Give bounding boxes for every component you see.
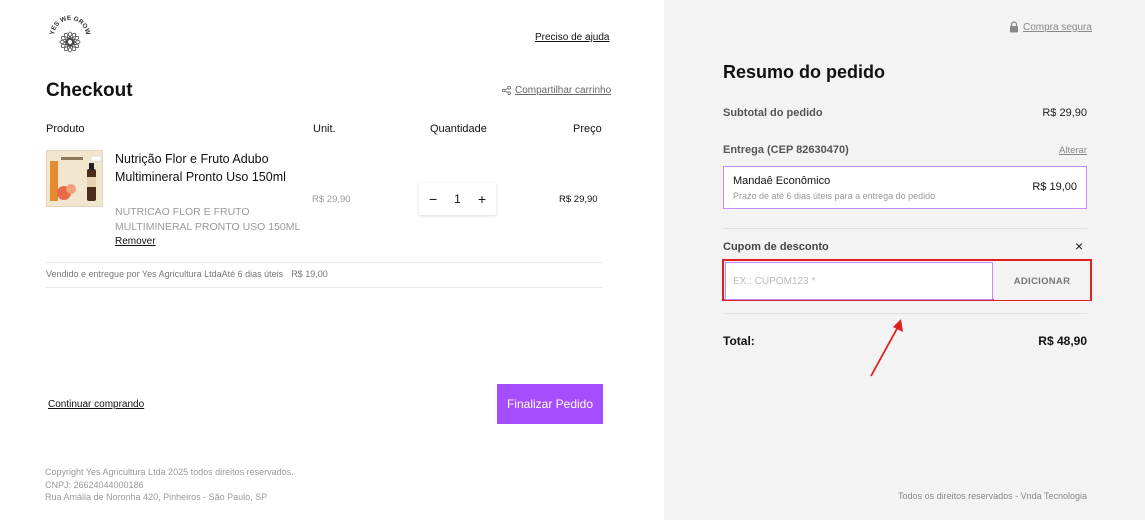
product-name[interactable]: Nutrição Flor e Fruto Adubo Multimineral… [115,150,305,186]
share-icon [502,86,511,95]
shipping-option[interactable]: Mandaê Econômico Prazo de até 6 dias úte… [723,166,1087,209]
line-total-price: R$ 29,90 [559,194,598,205]
decrease-quantity-button[interactable]: − [429,191,437,207]
annotation-arrow-icon [870,319,903,377]
vendor-info: Vendido e entregue por Yes Agricultura L… [46,269,328,279]
cart-panel: YES WE GROW Preciso de ajuda Checkout Co… [0,0,664,520]
product-image [47,151,102,206]
divider [723,228,1087,229]
share-cart-link[interactable]: Compartilhar carrinho [502,85,611,96]
column-header-price: Preço [573,123,602,135]
brand-logo[interactable]: YES WE GROW [46,12,94,60]
secure-purchase-label: Compra segura [1023,21,1092,33]
summary-title: Resumo do pedido [723,62,885,82]
divider [723,313,1087,314]
coupon-label: Cupom de desconto [723,241,829,253]
divider [46,287,602,288]
share-cart-label: Compartilhar carrinho [515,85,612,96]
page-title: Checkout [46,80,133,101]
footer-info: Copyright Yes Agricultura Ltda 2025 todo… [45,466,294,504]
column-header-quantity: Quantidade [430,123,487,135]
remove-item-link[interactable]: Remover [115,236,156,247]
coupon-form: ADICIONAR [722,259,1092,301]
column-header-unit: Unit. [313,123,336,135]
total-label: Total: [723,334,755,348]
close-icon[interactable]: × [1075,238,1083,254]
column-header-product: Produto [46,123,85,135]
lock-icon [1010,21,1018,33]
help-link[interactable]: Preciso de ajuda [535,32,610,43]
increase-quantity-button[interactable]: + [478,191,486,207]
brand-logo-icon: YES WE GROW [49,15,91,53]
total-value: R$ 48,90 [1038,334,1087,348]
vendor-shipping-amount: R$ 19,00 [291,269,328,279]
shipping-name: Mandaê Econômico [733,175,831,187]
vendor-text: Vendido e entregue por Yes Agricultura L… [46,269,284,279]
continue-shopping-link[interactable]: Continuar comprando [48,399,144,410]
secure-purchase-link[interactable]: Compra segura [1009,21,1092,33]
add-coupon-button[interactable]: ADICIONAR [994,262,1090,300]
svg-text:YES WE GROW: YES WE GROW [49,15,91,37]
quantity-value[interactable]: 1 [454,192,461,206]
subtotal-value: R$ 29,90 [1042,107,1087,119]
cnpj-text: CNPJ: 26624044000186 [45,479,144,490]
delivery-label: Entrega (CEP 82630470) [723,144,849,156]
product-sku: NUTRICAO FLOR E FRUTO MULTIMINERAL PRONT… [115,206,301,233]
coupon-input[interactable] [725,262,993,300]
copyright-text: Copyright Yes Agricultura Ltda 2025 todo… [45,467,294,477]
subtotal-label: Subtotal do pedido [723,107,823,119]
shipping-price: R$ 19,00 [1032,181,1077,193]
divider [46,262,602,263]
quantity-stepper: − 1 + [419,183,496,215]
address-text: Rua Amália de Noronha 420, Pinheiros - S… [45,492,268,502]
finalize-order-button[interactable]: Finalizar Pedido [497,384,603,424]
footer-rights: Todos os direitos reservados - Vnda Tecn… [898,491,1087,501]
unit-price: R$ 29,90 [312,194,351,205]
alter-delivery-link[interactable]: Alterar [1059,145,1087,156]
product-thumbnail[interactable] [46,150,103,207]
shipping-description: Prazo de até 6 dias úteis para a entrega… [733,191,936,201]
